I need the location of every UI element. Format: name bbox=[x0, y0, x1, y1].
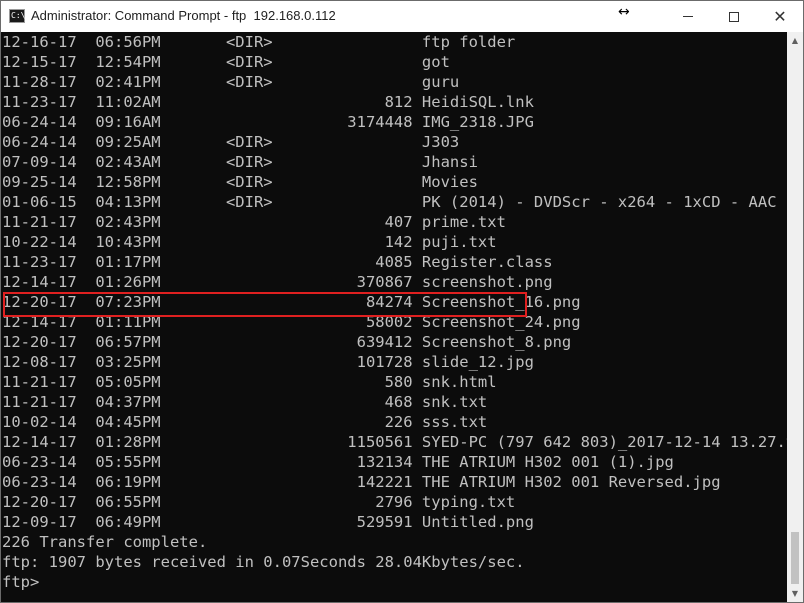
vertical-scrollbar[interactable]: ▲ ▼ bbox=[787, 32, 803, 602]
listing-row: 11-21-17 02:43PM 407 prime.txt bbox=[2, 213, 506, 231]
listing-row: 12-14-17 01:26PM 370867 screenshot.png bbox=[2, 273, 553, 291]
listing-row: 12-16-17 06:56PM <DIR> ftp folder bbox=[2, 33, 516, 51]
listing-row: 10-22-14 10:43PM 142 puji.txt bbox=[2, 233, 497, 251]
status-line: ftp: 1907 bytes received in 0.07Seconds … bbox=[2, 553, 525, 571]
title-bar[interactable]: Administrator: Command Prompt - ftp 192.… bbox=[1, 1, 803, 32]
maximize-icon bbox=[729, 11, 739, 22]
minimize-icon bbox=[683, 16, 693, 17]
status-line: 226 Transfer complete. bbox=[2, 533, 208, 551]
listing-row: 11-28-17 02:41PM <DIR> guru bbox=[2, 73, 460, 91]
listing-row: 12-08-17 03:25PM 101728 slide_12.jpg bbox=[2, 353, 534, 371]
listing-row: 11-23-17 11:02AM 812 HeidiSQL.lnk bbox=[2, 93, 534, 111]
ftp-prompt[interactable]: ftp> bbox=[2, 572, 39, 592]
listing-row: 11-21-17 04:37PM 468 snk.txt bbox=[2, 393, 488, 411]
close-icon: ✕ bbox=[773, 7, 787, 26]
listing-row: 12-15-17 12:54PM <DIR> got bbox=[2, 53, 450, 71]
command-prompt-window: Administrator: Command Prompt - ftp 192.… bbox=[0, 0, 804, 603]
scroll-up-icon[interactable]: ▲ bbox=[787, 32, 803, 49]
listing-row: 06-24-14 09:16AM 3174448 IMG_2318.JPG bbox=[2, 113, 534, 131]
resize-cursor-icon: ↔ bbox=[618, 4, 630, 20]
listing-row: 12-09-17 06:49PM 529591 Untitled.png bbox=[2, 513, 534, 531]
minimize-button[interactable] bbox=[665, 1, 711, 32]
listing-row: 06-23-14 05:55PM 132134 THE ATRIUM H302 … bbox=[2, 453, 674, 471]
listing-row: 01-06-15 04:13PM <DIR> PK (2014) - DVDSc… bbox=[2, 193, 787, 211]
listing-row: 09-25-14 12:58PM <DIR> Movies bbox=[2, 173, 478, 191]
listing-row: 12-20-17 06:57PM 639412 Screenshot_8.png bbox=[2, 333, 572, 351]
listing-row: 06-23-14 06:19PM 142221 THE ATRIUM H302 … bbox=[2, 473, 721, 491]
command-prompt-icon bbox=[9, 9, 25, 23]
listing-row: 12-20-17 06:55PM 2796 typing.txt bbox=[2, 493, 516, 511]
maximize-button[interactable] bbox=[711, 1, 757, 32]
window-title: Administrator: Command Prompt - ftp 192.… bbox=[31, 8, 336, 23]
scrollbar-thumb[interactable] bbox=[791, 532, 799, 584]
scroll-down-icon[interactable]: ▼ bbox=[787, 585, 803, 602]
console-output[interactable]: 12-16-17 06:56PM <DIR> ftp folder 12-15-1… bbox=[1, 32, 787, 602]
listing-row: 11-21-17 05:05PM 580 snk.html bbox=[2, 373, 497, 391]
listing-row: 10-02-14 04:45PM 226 sss.txt bbox=[2, 413, 488, 431]
highlight-box bbox=[3, 292, 527, 317]
listing-row: 07-09-14 02:43AM <DIR> Jhansi bbox=[2, 153, 478, 171]
close-button[interactable]: ✕ bbox=[757, 1, 803, 32]
listing-row: 11-23-17 01:17PM 4085 Register.class bbox=[2, 253, 553, 271]
listing-row: 06-24-14 09:25AM <DIR> J303 bbox=[2, 133, 460, 151]
listing-row: 12-14-17 01:28PM 1150561 SYED-PC (797 64… bbox=[2, 433, 787, 451]
